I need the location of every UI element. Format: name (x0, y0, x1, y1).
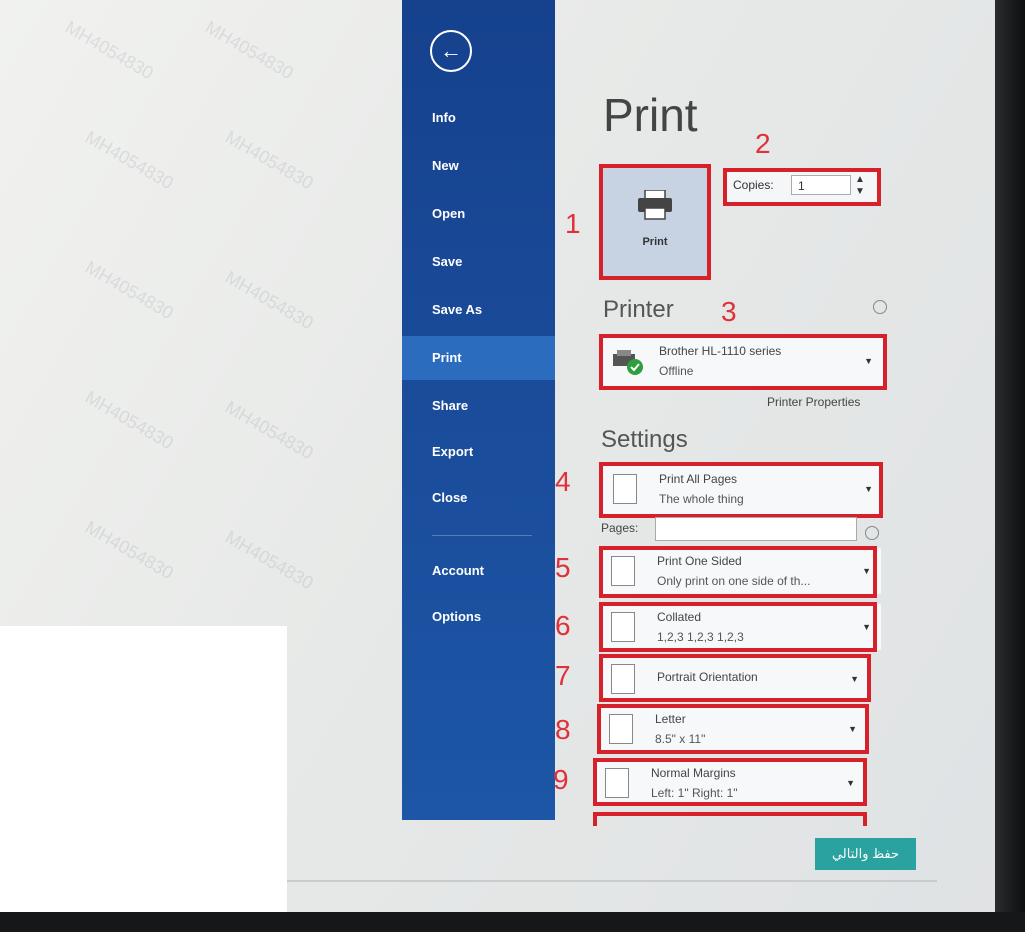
annotation-number: 9 (553, 764, 569, 795)
white-cover (0, 626, 287, 916)
nav-open[interactable]: Open (402, 192, 555, 236)
annotation-box (593, 812, 867, 826)
nav-close[interactable]: Close (402, 476, 555, 520)
annotation-number: 2 (755, 128, 771, 159)
monitor-bezel (0, 912, 1025, 932)
monitor-bezel (995, 0, 1025, 932)
annotation-box (599, 462, 883, 518)
info-icon (873, 300, 887, 314)
back-arrow-icon[interactable]: ← (430, 30, 472, 72)
annotation-box (599, 602, 877, 652)
annotation-number: 1 (565, 208, 581, 239)
pages-input[interactable] (655, 517, 857, 541)
annotation-number: 3 (721, 296, 737, 327)
annotation-box (599, 164, 711, 280)
nav-save-as[interactable]: Save As (402, 288, 555, 332)
printer-properties-link[interactable]: Printer Properties (767, 395, 860, 409)
annotation-number: 5 (555, 552, 571, 583)
nav-export[interactable]: Export (402, 430, 555, 474)
page-title: Print (603, 89, 698, 141)
annotation-number: 8 (555, 714, 571, 745)
annotation-box (599, 334, 887, 390)
nav-new[interactable]: New (402, 144, 555, 188)
divider (287, 880, 937, 882)
nav-share[interactable]: Share (402, 384, 555, 428)
pages-label: Pages: (601, 521, 639, 535)
nav-print[interactable]: Print (402, 336, 555, 380)
annotation-box (593, 758, 867, 806)
annotation-box (723, 168, 881, 206)
settings-heading: Settings (601, 426, 688, 453)
annotation-number: 6 (555, 610, 571, 641)
annotation-number: 4 (555, 466, 571, 497)
annotation-number: 7 (555, 660, 571, 691)
annotation-box (597, 704, 869, 754)
annotation-box (599, 546, 877, 598)
nav-divider (432, 535, 532, 536)
nav-save[interactable]: Save (402, 240, 555, 284)
nav-options[interactable]: Options (402, 595, 555, 639)
printer-heading: Printer (603, 296, 674, 323)
save-and-next-button[interactable]: حفظ والتالي (815, 838, 916, 870)
backstage-sidebar: ← Info New Open Save Save As Print Share… (402, 0, 555, 820)
info-icon (865, 526, 879, 540)
annotation-box (599, 654, 871, 702)
nav-info[interactable]: Info (402, 96, 555, 140)
print-pane: Print 1 Print 2 Copies: 1 ▲ ▼ Printer 3 B… (553, 0, 995, 900)
nav-account[interactable]: Account (402, 549, 555, 593)
